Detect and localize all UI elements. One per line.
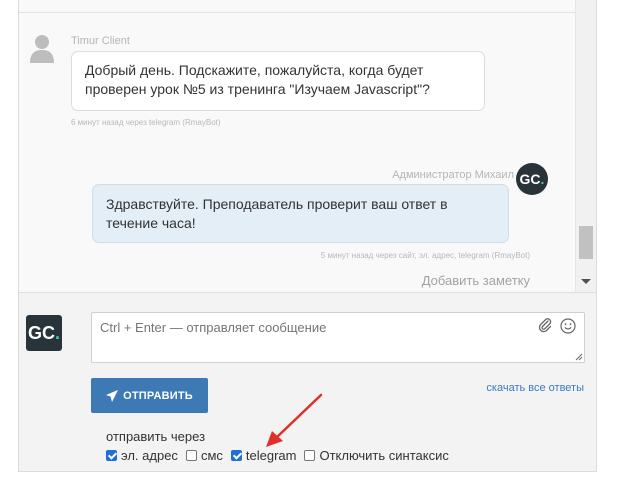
option-email[interactable]: эл. адрес <box>106 448 178 463</box>
scrollbar-thumb[interactable] <box>579 226 593 259</box>
admin-avatar: GC. <box>516 163 548 195</box>
chat-top-divider <box>19 0 575 13</box>
chat-scrollbar[interactable] <box>575 0 596 292</box>
paperclip-icon[interactable] <box>537 317 553 333</box>
email-checkbox[interactable] <box>106 450 117 461</box>
admin-message-bubble: Здравствуйте. Преподаватель проверит ваш… <box>92 184 509 243</box>
send-button[interactable]: ОТПРАВИТЬ <box>91 378 208 413</box>
option-telegram-label: telegram <box>245 448 297 463</box>
client-name: Timur Client <box>71 35 130 47</box>
user-silhouette-icon <box>30 35 54 63</box>
send-button-label: ОТПРАВИТЬ <box>123 389 193 402</box>
resize-grip-icon[interactable] <box>575 353 583 361</box>
client-message-bubble: Добрый день. Подскажите, пожалуйста, ког… <box>71 51 485 111</box>
conversation-panel: Timur Client Добрый день. Подскажите, по… <box>18 0 597 472</box>
smile-icon[interactable] <box>560 318 576 334</box>
message-input[interactable] <box>91 312 585 363</box>
paper-plane-icon <box>106 389 119 402</box>
composer-avatar: GC. <box>26 315 62 351</box>
composer-avatar-dot: . <box>54 323 60 343</box>
admin-avatar-text: GC <box>519 171 541 187</box>
composer-avatar-text: GC <box>27 323 55 343</box>
reply-composer: GC. ОТПРАВИТЬ скачать все ответы отправи… <box>19 292 596 471</box>
option-sms[interactable]: смс <box>185 448 223 463</box>
add-note-link[interactable]: Добавить заметку <box>422 273 530 288</box>
admin-avatar-dot: . <box>540 171 545 187</box>
download-all-replies-link[interactable]: скачать все ответы <box>486 382 584 394</box>
option-email-label: эл. адрес <box>121 448 178 463</box>
option-telegram[interactable]: telegram <box>230 448 297 463</box>
option-disable-syntax[interactable]: Отключить синтаксис <box>304 448 449 463</box>
client-message-meta: 6 минут назад через telegram (RmayBot) <box>71 118 221 127</box>
admin-name: Администратор Михаил <box>392 169 514 181</box>
telegram-checkbox[interactable] <box>230 450 242 461</box>
scroll-down-arrow-icon[interactable] <box>581 279 591 284</box>
delivery-options: эл. адрес смс telegram Отключить синтакс… <box>106 448 457 463</box>
chat-history: Timur Client Добрый день. Подскажите, по… <box>19 0 596 292</box>
option-sms-label: смс <box>200 448 223 463</box>
disable-syntax-checkbox[interactable] <box>304 450 316 461</box>
option-disable-syntax-label: Отключить синтаксис <box>319 448 449 463</box>
sms-checkbox[interactable] <box>185 450 197 461</box>
send-via-label: отправить через <box>106 429 206 444</box>
admin-message-meta: 5 минут назад через сайт, эл. адрес, tel… <box>320 251 530 260</box>
